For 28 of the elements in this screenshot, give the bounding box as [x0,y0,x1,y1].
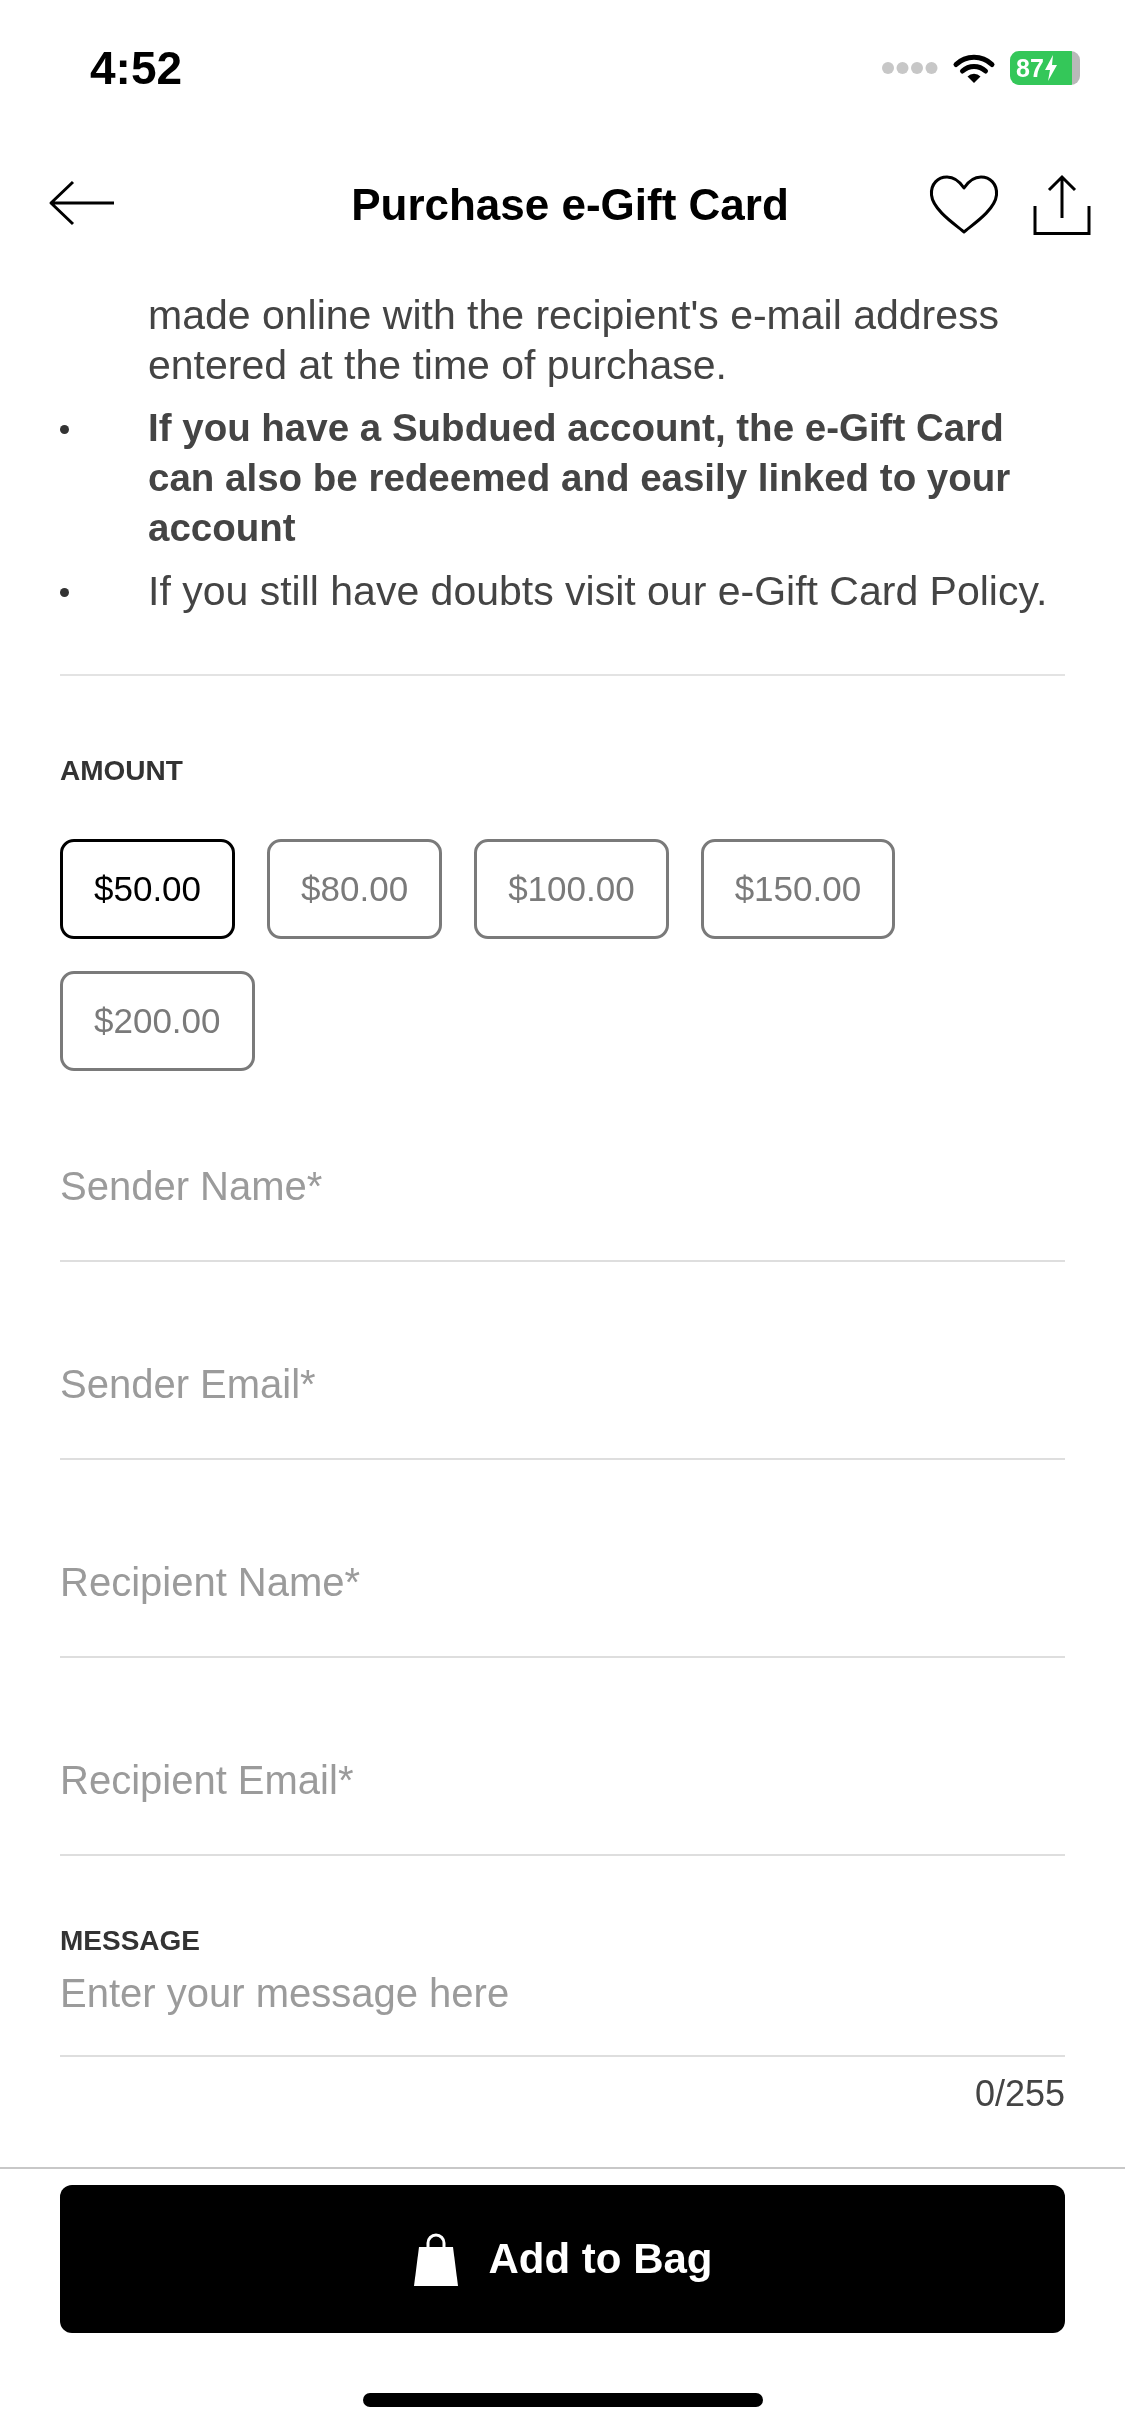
wifi-icon [952,52,996,84]
shopping-bag-icon [412,2232,459,2286]
add-to-bag-button[interactable]: Add to Bag [60,2185,1065,2333]
bullet-icon [60,588,69,597]
input-field[interactable]: Sender Name* [60,1142,1065,1262]
back-arrow-icon[interactable] [48,180,116,226]
heart-icon[interactable] [929,175,999,235]
bullet-icon [60,425,69,434]
input-field[interactable]: Sender Email* [60,1340,1065,1460]
input-field[interactable]: Recipient Name* [60,1538,1065,1658]
signal-icon [882,62,938,74]
message-label: MESSAGE [60,1924,202,1958]
status-time: 4:52 [90,41,183,96]
character-counter: 0/255 [974,2072,1065,2116]
info-text: made online with the recipient's e-mail address entered at the time of purchase. [148,291,1001,390]
amount-option[interactable]: $80.00 [267,839,443,939]
info-text: If you still have doubts visit our e-Gift Card Policy. [148,567,1049,616]
amount-label: AMOUNT [60,754,184,788]
info-text: If you have a Subdued account, the e-Gift Card can also be redeemed and easily linked to your account [148,405,1012,551]
amount-option[interactable]: $200.00 [60,971,255,1071]
amount-option[interactable]: $50.00 [60,839,236,939]
battery-percent: 87 [1016,53,1044,83]
amount-option[interactable]: $150.00 [700,839,896,939]
page-title: Purchase e-Gift Card [351,179,789,231]
message-field[interactable]: Enter your message here [60,1969,1065,2057]
amount-option[interactable]: $100.00 [474,839,669,939]
share-icon[interactable] [1032,174,1092,236]
input-field[interactable]: Recipient Email* [60,1736,1065,1856]
